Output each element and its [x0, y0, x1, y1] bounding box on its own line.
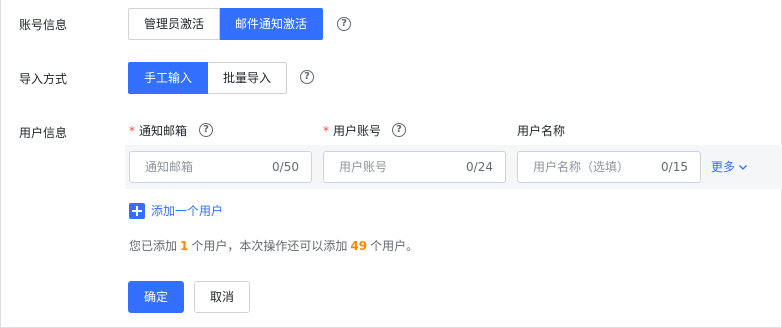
name-input[interactable] [518, 152, 646, 182]
email-char-count: 0/50 [272, 160, 299, 174]
column-name-label: 用户名称 [517, 124, 566, 138]
account-field: 0/24 [323, 151, 506, 183]
column-email-label: 通知邮箱 [139, 124, 188, 138]
required-mark: * [129, 123, 135, 138]
summary-suffix: 个用户。 [370, 239, 419, 253]
add-user-button[interactable]: 添加一个用户 [129, 202, 223, 219]
help-icon[interactable]: ? [392, 123, 406, 137]
name-char-count: 0/15 [661, 160, 688, 174]
add-user-label: 添加一个用户 [151, 204, 224, 218]
more-label: 更多 [711, 160, 736, 174]
column-account-label: 用户账号 [333, 124, 382, 138]
option-admin-activate[interactable]: 管理员激活 [128, 8, 221, 40]
required-mark: * [323, 123, 329, 138]
account-input[interactable] [324, 152, 451, 182]
account-info-label: 账号信息 [19, 18, 68, 32]
chevron-down-icon [739, 164, 747, 170]
email-input[interactable] [130, 152, 257, 182]
remaining-count: 49 [350, 239, 368, 253]
import-method-label: 导入方式 [19, 72, 68, 86]
option-email-activate[interactable]: 邮件通知激活 [220, 8, 324, 40]
account-char-count: 0/24 [466, 160, 493, 174]
cancel-button[interactable]: 取消 [194, 281, 250, 313]
summary-middle: 个用户，本次操作还可以添加 [191, 239, 348, 253]
summary-prefix: 您已添加 [129, 239, 178, 253]
activation-mode-segment: 管理员激活 邮件通知激活 [128, 8, 324, 40]
column-account: * 用户账号 [323, 122, 381, 139]
confirm-button[interactable]: 确定 [128, 281, 184, 313]
column-name: 用户名称 [517, 122, 565, 139]
added-summary: 您已添加 1 个用户，本次操作还可以添加 49 个用户。 [129, 237, 418, 254]
plus-icon [129, 202, 145, 219]
option-manual-input[interactable]: 手工输入 [128, 62, 209, 94]
added-count: 1 [180, 239, 189, 253]
column-email: * 通知邮箱 [129, 122, 187, 139]
help-icon[interactable]: ? [337, 17, 351, 31]
more-button[interactable]: 更多 [711, 158, 749, 175]
help-icon[interactable]: ? [300, 70, 314, 84]
import-mode-segment: 手工输入 批量导入 [128, 62, 288, 94]
option-batch-import[interactable]: 批量导入 [208, 62, 288, 94]
user-info-label: 用户信息 [19, 126, 68, 140]
email-field: 0/50 [129, 151, 312, 183]
help-icon[interactable]: ? [199, 123, 213, 137]
name-field: 0/15 [517, 151, 701, 183]
